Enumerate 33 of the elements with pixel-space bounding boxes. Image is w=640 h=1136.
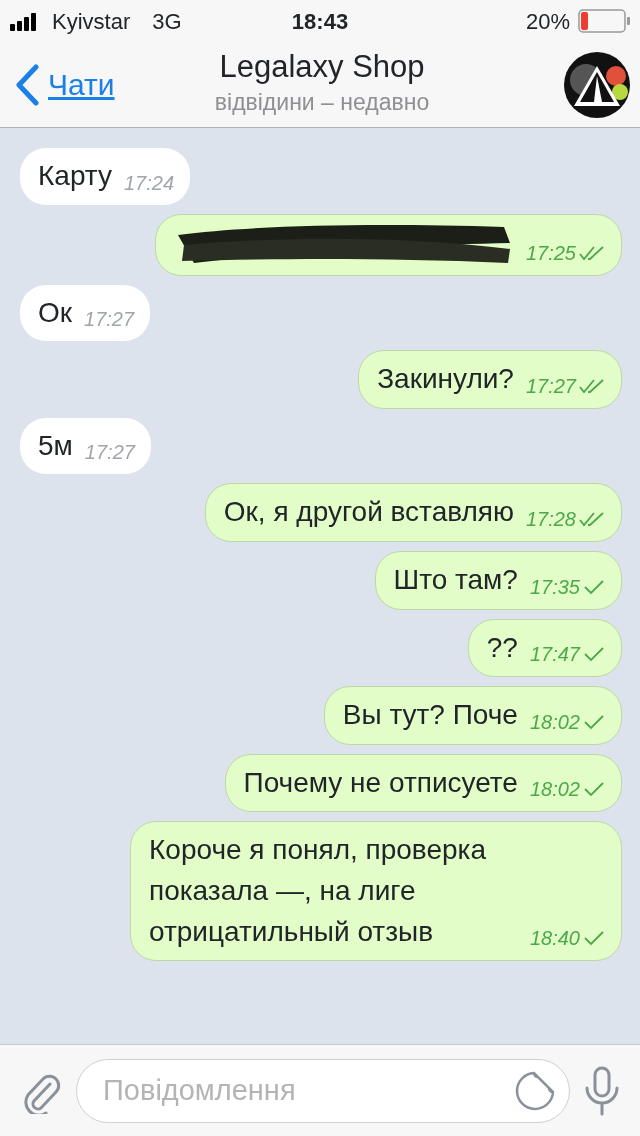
chat-title: Legalaxy Shop bbox=[219, 49, 425, 86]
message-bubble: Короче я понял, проверка показала —, на лиге отрицатильный отзыв 18:40 bbox=[130, 821, 622, 962]
back-button[interactable]: Чати bbox=[14, 62, 174, 107]
microphone-icon[interactable] bbox=[584, 1065, 620, 1116]
chevron-icon bbox=[14, 63, 40, 106]
message-bubble: Закинули? 17:27 bbox=[358, 350, 622, 409]
message-input[interactable]: Повідомлення bbox=[76, 1058, 570, 1123]
message-bubble: Ок 17:27 bbox=[20, 284, 151, 342]
message-time: 17:27 bbox=[84, 309, 135, 330]
message-bubble: ?? 17:47 bbox=[467, 618, 622, 678]
carrier-name: Kyivstar bbox=[52, 7, 131, 36]
message-time: 17:24 bbox=[124, 172, 175, 193]
battery-percent: 20% bbox=[525, 7, 570, 36]
message-time: 17:27 bbox=[84, 442, 135, 463]
battery-icon bbox=[578, 9, 630, 33]
message-time: 18:02 bbox=[529, 779, 580, 800]
network-type: 3G bbox=[152, 7, 182, 36]
clock: 18:43 bbox=[291, 7, 349, 36]
message-bubble: Карту 17:24 bbox=[20, 148, 191, 205]
last-seen: відвідини – недавно bbox=[214, 88, 430, 118]
message-bubble: Почему не отписуете 18:02 bbox=[224, 753, 622, 813]
message-time: 17:25 bbox=[525, 242, 576, 263]
message-time: 17:28 bbox=[525, 508, 576, 529]
message-time: 17:35 bbox=[529, 576, 580, 597]
message-time: 18:40 bbox=[529, 928, 580, 949]
message-time: 17:27 bbox=[525, 375, 576, 396]
message-time: 17:47 bbox=[529, 644, 580, 665]
message-bubble: 5м 17:27 bbox=[20, 417, 151, 475]
message-bubble: Вы тут? Поче 18:02 bbox=[323, 686, 622, 745]
sticker-icon[interactable] bbox=[514, 1069, 556, 1112]
message-bubble: Ок, я другой вставляю 17:28 bbox=[204, 483, 622, 542]
message-bubble: Што там? 17:35 bbox=[374, 550, 622, 610]
message-time: 18:02 bbox=[529, 711, 580, 732]
